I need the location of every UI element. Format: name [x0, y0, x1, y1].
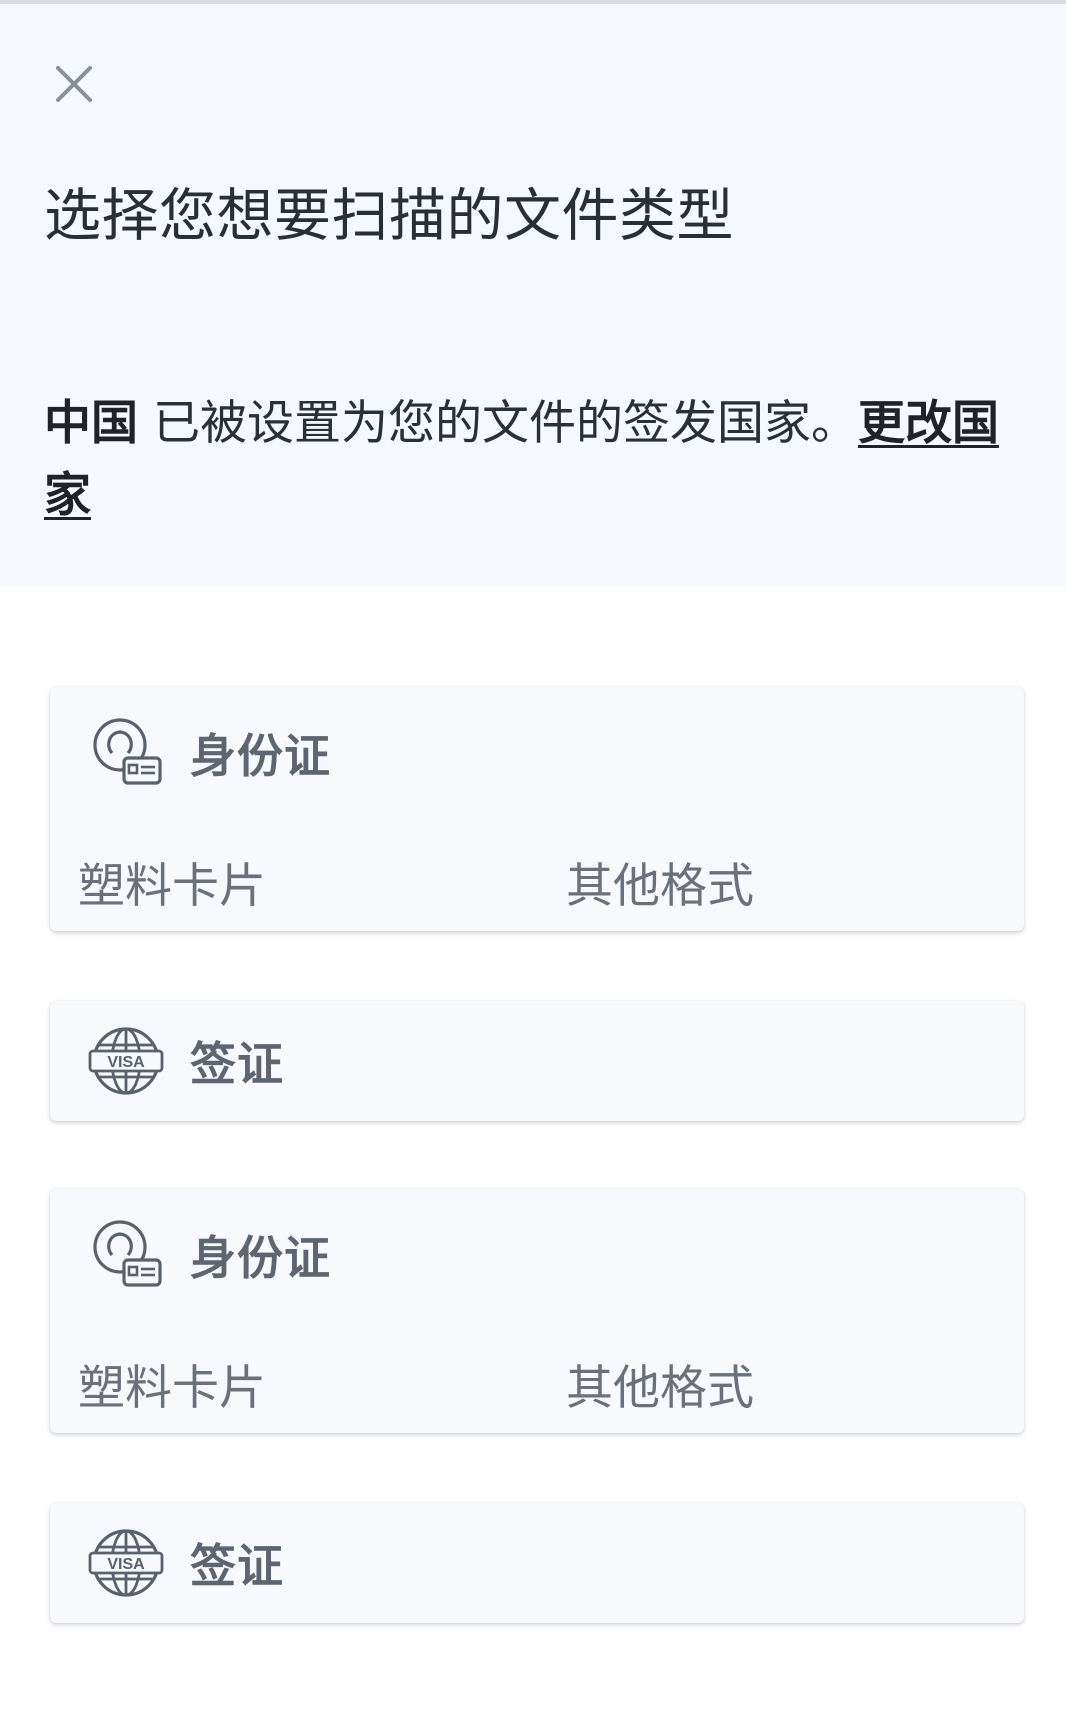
country-name: 中国	[44, 396, 138, 451]
card-title: 身份证	[190, 1231, 331, 1285]
visa-globe-icon: VISA	[88, 1023, 164, 1099]
country-notice: 中国 已被设置为您的文件的签发国家。更改国家	[44, 388, 1034, 532]
option-plastic-card[interactable]: 塑料卡片	[78, 847, 266, 916]
id-card-icon	[88, 1217, 164, 1293]
card-header[interactable]: 身份证	[88, 715, 331, 791]
page-title: 选择您想要扫描的文件类型	[44, 183, 734, 249]
card-title: 签证	[190, 1539, 284, 1593]
id-card-icon	[88, 715, 164, 791]
header-panel: 选择您想要扫描的文件类型 中国 已被设置为您的文件的签发国家。更改国家	[0, 4, 1066, 586]
option-other-format[interactable]: 其他格式	[566, 1349, 754, 1418]
document-card-id: 身份证 塑料卡片 其他格式	[50, 687, 1024, 931]
card-header: VISA 签证	[88, 1525, 284, 1601]
visa-globe-icon: VISA	[88, 1525, 164, 1601]
card-title: 签证	[190, 1037, 284, 1091]
svg-text:VISA: VISA	[107, 1556, 145, 1573]
document-card-id: 身份证 塑料卡片 其他格式	[50, 1189, 1024, 1433]
close-button[interactable]	[40, 50, 108, 118]
document-card-visa[interactable]: VISA 签证	[50, 1001, 1024, 1121]
document-card-visa[interactable]: VISA 签证	[50, 1503, 1024, 1623]
option-other-format[interactable]: 其他格式	[566, 847, 754, 916]
card-header[interactable]: 身份证	[88, 1217, 331, 1293]
svg-text:VISA: VISA	[107, 1054, 145, 1071]
option-plastic-card[interactable]: 塑料卡片	[78, 1349, 266, 1418]
card-title: 身份证	[190, 729, 331, 783]
close-icon	[56, 66, 92, 102]
country-notice-text: 已被设置为您的文件的签发国家。	[138, 396, 858, 451]
card-header: VISA 签证	[88, 1023, 284, 1099]
